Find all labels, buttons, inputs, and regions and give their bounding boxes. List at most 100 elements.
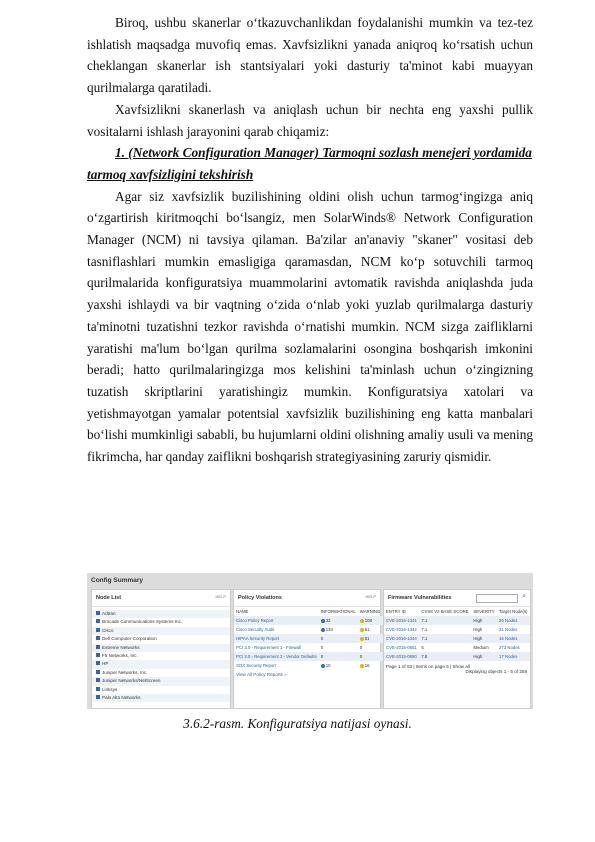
table-row: PCI 3.0 - Requirement 1 - Firewall001368 <box>234 643 406 652</box>
pager[interactable]: Page 1 of 53 | Items on page 5 | Show al… <box>384 661 530 669</box>
node-name: HP <box>102 661 109 667</box>
table-cell: 0 <box>359 645 363 650</box>
search-icon[interactable]: ⌕ <box>522 593 526 601</box>
policy-violations-panel: Policy Violations HELP NAME INFORMATIONAL W… <box>233 589 406 709</box>
column-header[interactable]: INFORMATIONAL <box>319 607 358 616</box>
panel-title: Policy Violations <box>238 595 282 601</box>
table-row: CVE-2016-1344 7.1 High 16 Nodes <box>384 634 530 643</box>
table-cell[interactable]: SOX Security Report <box>234 661 319 670</box>
severity-icon <box>320 627 325 632</box>
table-cell[interactable]: PCI 3.0 - Requirement 2 - Vendor Default… <box>234 652 319 661</box>
table-cell[interactable]: CVE-2016-1344 <box>384 634 419 643</box>
table-cell: 7.1 <box>421 627 428 632</box>
table-cell: 0 <box>359 654 363 659</box>
vendor-icon <box>96 678 100 683</box>
table-cell: 17 Nodes <box>499 654 518 659</box>
node-list-item[interactable]: Adtran <box>92 610 230 619</box>
table-row: CVE-2015-0651 5 Medium 273 Nodes <box>384 643 530 652</box>
node-list-item[interactable]: Palo Alto Networks <box>92 693 230 703</box>
table-cell[interactable]: CVE-2016-1341 <box>384 616 419 625</box>
paragraph: Xavfsizlikni skanerlash va aniqlash uchu… <box>87 101 533 139</box>
node-list-item[interactable]: HP <box>92 660 230 669</box>
table-cell[interactable]: CVE-2015-0651 <box>384 643 419 652</box>
severity-icon <box>320 663 325 668</box>
table-cell[interactable]: Cisco Security Audit <box>234 625 319 634</box>
column-header[interactable]: Target Node(s) <box>497 607 530 616</box>
table-row: CVE-2016-1341 7.1 High 26 Nodes <box>384 616 530 625</box>
help-link[interactable]: HELP <box>366 594 376 599</box>
vendor-icon <box>96 619 100 624</box>
table-cell: High <box>473 654 483 659</box>
column-header[interactable]: NAME <box>234 607 319 616</box>
table-cell[interactable]: PCI 3.0 - Requirement 1 - Firewall <box>234 643 319 652</box>
severity-icon <box>359 663 364 668</box>
column-header[interactable]: ENTRY ID <box>384 607 419 616</box>
figure-caption: 3.6.2-rasm. Konfiguratsiya natijasi oyna… <box>183 716 412 731</box>
table-cell[interactable]: CVE-2015-0650 <box>384 652 419 661</box>
table-cell[interactable]: HIPAA Security Report <box>234 634 319 643</box>
node-name: F5 Networks, Inc. <box>102 652 138 658</box>
table-cell: 21 Nodes <box>499 627 518 632</box>
vendor-icon <box>96 644 100 649</box>
table-cell: 7.8 <box>421 654 428 659</box>
table-cell: 0 <box>320 645 324 650</box>
vendor-icon <box>96 652 100 657</box>
table-cell: 16 <box>358 661 383 670</box>
node-name: Dell Computer Corporation <box>102 636 157 642</box>
view-all-link[interactable]: View All Policy Reports » <box>234 670 380 679</box>
help-link[interactable]: HELP <box>216 594 226 599</box>
table-cell: 10 <box>319 661 358 670</box>
search-input[interactable] <box>476 594 518 603</box>
section-heading: 1. (Network Configuration Manager) Tarmo… <box>87 145 532 182</box>
node-list-item[interactable]: Brocade Communications Systems Inc. <box>92 618 230 626</box>
node-list-item[interactable]: Extreme Networks <box>92 643 230 652</box>
panel-title: Node List <box>96 595 122 601</box>
node-name: Extreme Networks <box>102 644 140 650</box>
vendor-icon <box>96 627 100 632</box>
column-header[interactable]: WARNING <box>358 607 383 616</box>
node-list-item[interactable]: Juniper Networks, Inc. <box>92 669 230 677</box>
column-header[interactable]: CVSS V2 BASE SCORE <box>419 607 471 616</box>
paragraph: Biroq, ushbu skanerlar o‘tkazuvchanlikda… <box>87 15 533 96</box>
node-list-item[interactable]: Juniper Networks/NetScreen <box>92 677 230 686</box>
node-list-panel: Node List HELP Adtran Brocade Communicatio… <box>91 589 231 709</box>
displaying-count: Displaying objects 1 - 5 of 259 <box>465 669 527 674</box>
table-cell: 7.1 <box>421 618 428 623</box>
table-row: Cisco Policy Report3210898 <box>234 616 406 625</box>
table-header: ENTRY ID CVSS V2 BASE SCORE SEVERITY Target… <box>384 607 530 616</box>
node-name: Linksys <box>102 686 118 692</box>
panel-title: Firmware Vulnerabilities <box>388 595 452 601</box>
node-name: Juniper Networks/NetScreen <box>102 678 161 684</box>
severity-icon <box>320 618 325 623</box>
table-cell: High <box>473 636 483 641</box>
node-list-item[interactable]: Dell Computer Corporation <box>92 635 230 643</box>
table-cell: 16 Nodes <box>499 636 518 641</box>
table-row: CVE-2015-0650 7.8 High 17 Nodes <box>384 652 530 661</box>
paragraph: Agar siz xavfsizlik buzilishining oldini… <box>87 188 533 465</box>
table-cell[interactable]: CVE-2016-1342 <box>384 625 419 634</box>
table-header: NAMEINFORMATIONALWARNINGCRITICAL <box>234 607 406 616</box>
node-name: Cisco <box>102 627 114 633</box>
table-cell[interactable]: Cisco Policy Report <box>234 616 319 625</box>
table-cell: 51 <box>358 625 383 634</box>
table-cell: 51 <box>358 634 383 643</box>
table-row: CVE-2016-1342 7.1 High 21 Nodes <box>384 625 530 634</box>
node-list-item[interactable]: F5 Networks, Inc. <box>92 652 230 660</box>
table-cell: 5 <box>421 645 424 650</box>
column-header[interactable]: SEVERITY <box>471 607 497 616</box>
node-name: Palo Alto Networks <box>102 694 141 700</box>
figure-title: Config Summary <box>91 577 144 584</box>
severity-icon <box>359 627 364 632</box>
table-cell: High <box>473 627 483 632</box>
table-cell: 32 <box>319 616 358 625</box>
node-name: Juniper Networks, Inc. <box>102 669 148 675</box>
node-list-item[interactable]: Cisco <box>92 626 230 636</box>
vendor-icon <box>96 694 100 699</box>
node-name: Adtran <box>102 611 116 616</box>
vendor-icon <box>96 669 100 674</box>
node-name: Brocade Communications Systems Inc. <box>102 619 183 625</box>
vendor-icon <box>96 636 100 641</box>
table-cell: 26 Nodes <box>499 618 518 623</box>
severity-icon <box>359 618 364 623</box>
node-list-item[interactable]: Linksys <box>92 686 230 694</box>
